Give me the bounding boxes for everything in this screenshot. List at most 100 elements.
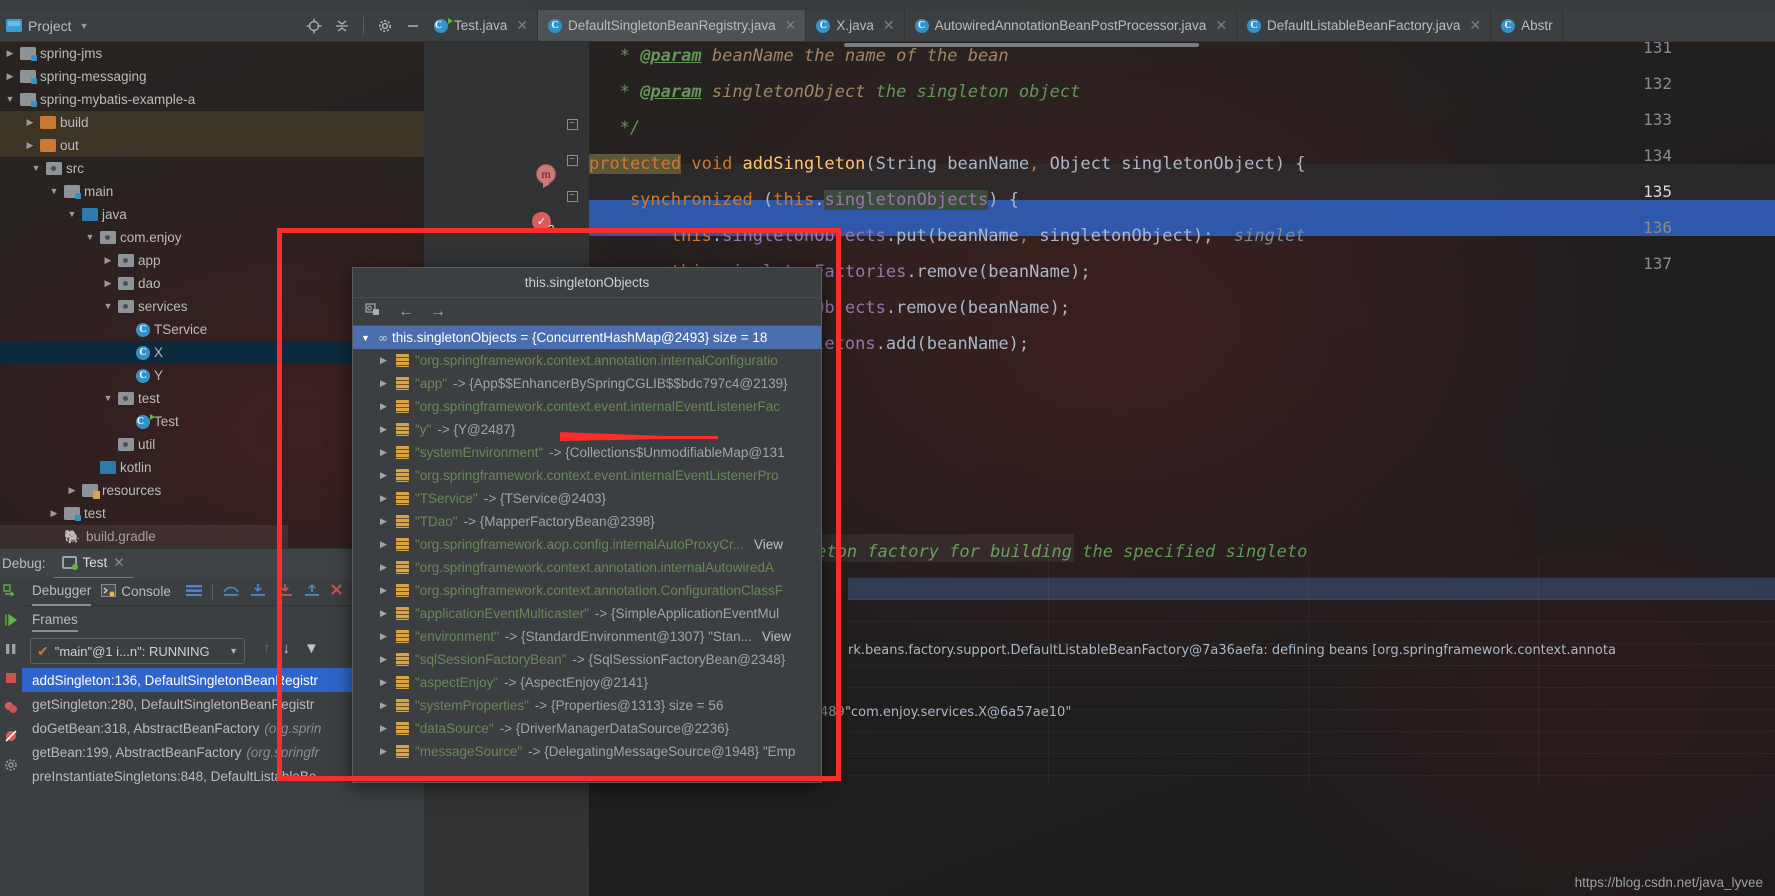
close-icon[interactable]: ✕ <box>1215 17 1227 34</box>
collapse-all-icon[interactable] <box>331 15 353 37</box>
expand-arrow-icon[interactable]: ▶ <box>377 608 390 619</box>
popup-entry-row[interactable]: ▶ "org.springframework.context.event.int… <box>353 464 821 487</box>
expand-arrow-icon[interactable]: ▶ <box>377 378 390 389</box>
tree-row[interactable]: ▼ main <box>0 180 424 203</box>
expand-arrow-icon[interactable]: ▶ <box>377 424 390 435</box>
editor-tab-bar[interactable]: C Test.java ✕ C DefaultSingletonBeanRegi… <box>424 10 1775 42</box>
expand-arrow-icon[interactable]: ▶ <box>377 585 390 596</box>
close-icon[interactable]: ✕ <box>785 17 797 34</box>
expand-arrow-icon[interactable]: ▶ <box>377 447 390 458</box>
popup-entry-row[interactable]: ▶ "messageSource" -> {DelegatingMessageS… <box>353 740 821 763</box>
expand-arrow-icon[interactable]: ▶ <box>4 72 16 81</box>
frames-down-icon[interactable]: ↓ <box>283 640 291 657</box>
code-fold-icon[interactable]: − <box>564 116 580 132</box>
expand-arrow-icon[interactable]: ▶ <box>377 493 390 504</box>
popup-entry-row-y[interactable]: ▶ "y" -> {Y@2487} <box>353 418 821 441</box>
tree-row[interactable]: ▼ src <box>0 157 424 180</box>
collapse-arrow-icon[interactable]: ▼ <box>66 210 78 219</box>
tree-row[interactable]: ▶ out <box>0 134 424 157</box>
expand-arrow-icon[interactable]: ▶ <box>377 723 390 734</box>
stop-icon[interactable] <box>2 669 20 687</box>
close-icon[interactable]: ✕ <box>1469 17 1481 34</box>
code-fold-icon[interactable]: − <box>564 188 580 204</box>
editor-tab-defaultsingletonbeanregistry-java[interactable]: C DefaultSingletonBeanRegistry.java ✕ <box>538 10 807 41</box>
popup-entry-row[interactable]: ▶ "org.springframework.aop.config.intern… <box>353 533 821 556</box>
collapse-arrow-icon[interactable]: ▼ <box>102 302 114 311</box>
settings-gear-icon[interactable] <box>2 756 20 774</box>
rerun-icon[interactable] <box>2 582 20 600</box>
popup-variable-tree[interactable]: ▼ ∞ this.singletonObjects = {ConcurrentH… <box>353 326 821 782</box>
pause-icon[interactable] <box>2 640 20 658</box>
popup-root-row[interactable]: ▼ ∞ this.singletonObjects = {ConcurrentH… <box>353 326 821 349</box>
debug-left-toolbar[interactable] <box>0 578 22 896</box>
code-fold-icon[interactable]: − <box>564 152 580 168</box>
settings-gear-icon[interactable] <box>374 15 396 37</box>
thread-selector[interactable]: ✔ "main"@1 i...n": RUNNING ▼ <box>30 638 245 664</box>
layout-settings-icon[interactable] <box>185 583 203 600</box>
step-out-icon[interactable] <box>303 583 321 600</box>
close-icon[interactable] <box>330 583 346 600</box>
frames-filter-icon[interactable]: ▼ <box>304 640 319 657</box>
popup-toolbar[interactable]: ← → <box>353 298 821 326</box>
expand-arrow-icon[interactable]: ▶ <box>377 562 390 573</box>
popup-entry-row[interactable]: ▶ "org.springframework.context.annotatio… <box>353 349 821 372</box>
expand-arrow-icon[interactable]: ▶ <box>377 401 390 412</box>
tree-row[interactable]: ▼ spring-mybatis-example-a <box>0 88 424 111</box>
collapse-arrow-icon[interactable]: ▼ <box>48 187 60 196</box>
view-link[interactable]: View <box>754 537 783 552</box>
frames-up-icon[interactable]: ↑ <box>263 640 271 657</box>
tab-console[interactable]: Console <box>101 583 171 600</box>
forward-arrow-icon[interactable]: → <box>430 303 446 320</box>
popup-entry-row[interactable]: ▶ "org.springframework.context.event.int… <box>353 395 821 418</box>
tree-row[interactable]: ▶ build <box>0 111 424 134</box>
back-arrow-icon[interactable]: ← <box>398 303 414 320</box>
popup-entry-row[interactable]: ▶ "sqlSessionFactoryBean" -> {SqlSession… <box>353 648 821 671</box>
collapse-arrow-icon[interactable]: ▼ <box>84 233 96 242</box>
expand-arrow-icon[interactable]: ▶ <box>102 256 114 265</box>
expand-arrow-icon[interactable]: ▶ <box>24 118 36 127</box>
close-icon[interactable]: ✕ <box>516 17 528 34</box>
expand-arrow-icon[interactable]: ▶ <box>48 509 60 518</box>
chevron-down-icon[interactable]: ▼ <box>80 21 89 31</box>
editor-tab-test-java[interactable]: C Test.java ✕ <box>424 10 539 41</box>
step-into-icon[interactable] <box>249 583 267 600</box>
popup-entry-row[interactable]: ▶ "environment" -> {StandardEnvironment@… <box>353 625 821 648</box>
expand-arrow-icon[interactable]: ▶ <box>102 279 114 288</box>
expand-arrow-icon[interactable]: ▶ <box>66 486 78 495</box>
chevron-down-icon[interactable]: ▼ <box>229 646 238 656</box>
expand-arrow-icon[interactable]: ▶ <box>377 539 390 550</box>
debug-session-tab[interactable]: Test ✕ <box>53 549 133 579</box>
popup-entry-row[interactable]: ▶ "TDao" -> {MapperFactoryBean@2398} <box>353 510 821 533</box>
collapse-arrow-icon[interactable]: ▼ <box>30 164 42 173</box>
hide-panel-icon[interactable] <box>402 15 424 37</box>
expand-arrow-icon[interactable]: ▶ <box>24 141 36 150</box>
mute-breakpoints-icon[interactable] <box>2 727 20 745</box>
expand-arrow-icon[interactable]: ▶ <box>377 700 390 711</box>
popup-entry-row[interactable]: ▶ "org.springframework.context.annotatio… <box>353 556 821 579</box>
expand-arrow-icon[interactable]: ▶ <box>377 631 390 642</box>
editor-tab-x-java[interactable]: C X.java ✕ <box>806 10 905 41</box>
tab-debugger[interactable]: Debugger <box>32 578 92 606</box>
popup-entry-row[interactable]: ▶ "TService" -> {TService@2403} <box>353 487 821 510</box>
collapse-arrow-icon[interactable]: ▼ <box>102 394 114 403</box>
step-over-icon[interactable] <box>222 583 240 600</box>
view-breakpoints-icon[interactable] <box>2 698 20 716</box>
editor-tab-defaultlistablebeanfactory-java[interactable]: C DefaultListableBeanFactory.java ✕ <box>1237 10 1492 41</box>
tree-row[interactable]: ▼ java <box>0 203 424 226</box>
variable-inspect-popup[interactable]: this.singletonObjects ← → ▼ ∞ this.singl… <box>352 267 822 783</box>
tree-row[interactable]: ▶ 🐘 build.gradle <box>0 525 288 548</box>
popup-entry-row[interactable]: ▶ "app" -> {App$$EnhancerBySpringCGLIB$$… <box>353 372 821 395</box>
conditional-breakpoint-icon[interactable]: ✓? <box>532 212 554 235</box>
popup-entry-row[interactable]: ▶ "applicationEventMulticaster" -> {Simp… <box>353 602 821 625</box>
popup-entry-row[interactable]: ▶ "dataSource" -> {DriverManagerDataSour… <box>353 717 821 740</box>
popup-entry-row[interactable]: ▶ "aspectEnjoy" -> {AspectEnjoy@2141} <box>353 671 821 694</box>
popup-entry-row[interactable]: ▶ "org.springframework.context.annotatio… <box>353 579 821 602</box>
collapse-arrow-icon[interactable]: ▼ <box>4 95 16 104</box>
popup-entry-row[interactable]: ▶ "systemEnvironment" -> {Collections$Un… <box>353 441 821 464</box>
view-link[interactable]: View <box>762 629 791 644</box>
expand-arrow-icon[interactable]: ▶ <box>377 516 390 527</box>
expand-arrow-icon[interactable]: ▶ <box>377 677 390 688</box>
close-icon[interactable]: ✕ <box>883 17 895 34</box>
set-value-icon[interactable] <box>365 302 382 321</box>
tree-row[interactable]: ▼ com.enjoy <box>0 226 424 249</box>
